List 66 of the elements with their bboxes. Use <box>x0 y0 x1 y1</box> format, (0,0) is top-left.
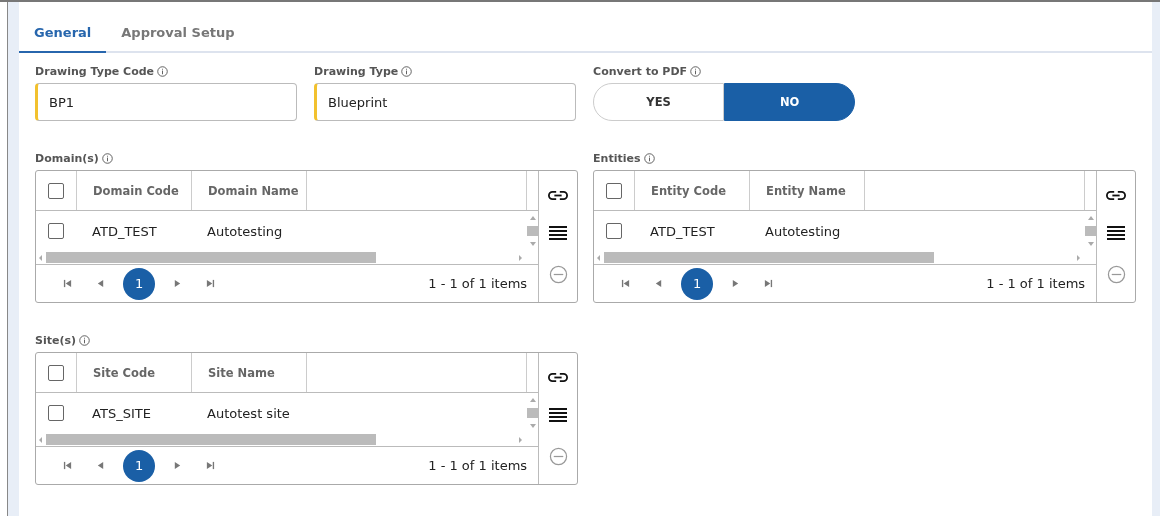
pager-summary: 1 - 1 of 1 items <box>986 276 1086 291</box>
column-header[interactable]: Site Name <box>208 365 275 380</box>
tab[interactable]: General <box>19 14 107 53</box>
remove-icon[interactable] <box>548 264 568 284</box>
input-field[interactable]: Blueprint <box>314 83 577 121</box>
previous-page-icon[interactable] <box>96 461 106 470</box>
remove-icon[interactable] <box>548 446 568 466</box>
field-label: Convert to PDF <box>593 64 688 78</box>
checkbox[interactable] <box>48 364 65 381</box>
first-page-icon[interactable] <box>621 279 631 288</box>
last-page-icon[interactable] <box>206 279 216 288</box>
info-icon <box>79 334 91 346</box>
grid-label: Entities <box>593 151 641 165</box>
horizontal-scrollbar[interactable] <box>36 251 539 265</box>
checkbox[interactable] <box>606 223 623 239</box>
first-page-icon[interactable] <box>63 461 73 470</box>
table-cell: Autotesting <box>207 223 283 239</box>
table-cell: ATD_TEST <box>650 223 715 239</box>
table-cell: Autotesting <box>765 223 841 239</box>
input-field[interactable]: BP1 <box>35 83 298 121</box>
field-label: Drawing Type <box>314 64 399 78</box>
info-icon <box>157 65 169 77</box>
info-icon <box>643 152 655 164</box>
remove-icon[interactable] <box>1106 264 1126 284</box>
next-page-icon[interactable] <box>173 461 183 470</box>
pager-summary: 1 - 1 of 1 items <box>428 276 528 291</box>
page-button[interactable]: 1 <box>681 267 714 300</box>
previous-page-icon[interactable] <box>96 279 106 288</box>
menu-icon[interactable] <box>549 407 568 422</box>
link-icon[interactable] <box>1106 189 1127 201</box>
grid-label: Site(s) <box>35 333 77 347</box>
checkbox[interactable] <box>48 182 65 199</box>
link-icon[interactable] <box>548 189 569 201</box>
column-header[interactable]: Entity Name <box>766 183 846 198</box>
checkbox[interactable] <box>606 182 623 199</box>
horizontal-scrollbar[interactable] <box>36 433 539 447</box>
table-cell: ATS_SITE <box>92 405 151 421</box>
last-page-icon[interactable] <box>206 461 216 470</box>
next-page-icon[interactable] <box>173 279 183 288</box>
menu-icon[interactable] <box>549 225 568 240</box>
link-icon[interactable] <box>548 371 569 383</box>
info-icon <box>401 65 413 77</box>
checkbox[interactable] <box>48 405 65 421</box>
info-icon <box>101 152 113 164</box>
table-cell: ATD_TEST <box>92 223 157 239</box>
previous-page-icon[interactable] <box>654 279 664 288</box>
grid-label: Domain(s) <box>35 151 99 165</box>
menu-icon[interactable] <box>1107 225 1126 240</box>
column-header[interactable]: Entity Code <box>651 183 726 198</box>
field-label: Drawing Type Code <box>35 64 155 78</box>
column-header[interactable]: Domain Code <box>93 183 179 198</box>
tab[interactable]: Approval Setup <box>106 14 250 53</box>
table-cell: Autotest site <box>207 405 290 421</box>
page-button[interactable]: 1 <box>123 449 156 482</box>
column-header[interactable]: Site Code <box>93 365 155 380</box>
pager-summary: 1 - 1 of 1 items <box>428 458 528 473</box>
column-header[interactable]: Domain Name <box>208 183 299 198</box>
last-page-icon[interactable] <box>764 279 774 288</box>
checkbox[interactable] <box>48 223 65 239</box>
next-page-icon[interactable] <box>731 279 741 288</box>
first-page-icon[interactable] <box>63 279 73 288</box>
horizontal-scrollbar[interactable] <box>594 251 1097 265</box>
toggle-option[interactable]: NO <box>724 83 856 121</box>
info-icon <box>690 65 702 77</box>
page-button[interactable]: 1 <box>123 267 156 300</box>
toggle-option[interactable]: YES <box>593 83 725 121</box>
